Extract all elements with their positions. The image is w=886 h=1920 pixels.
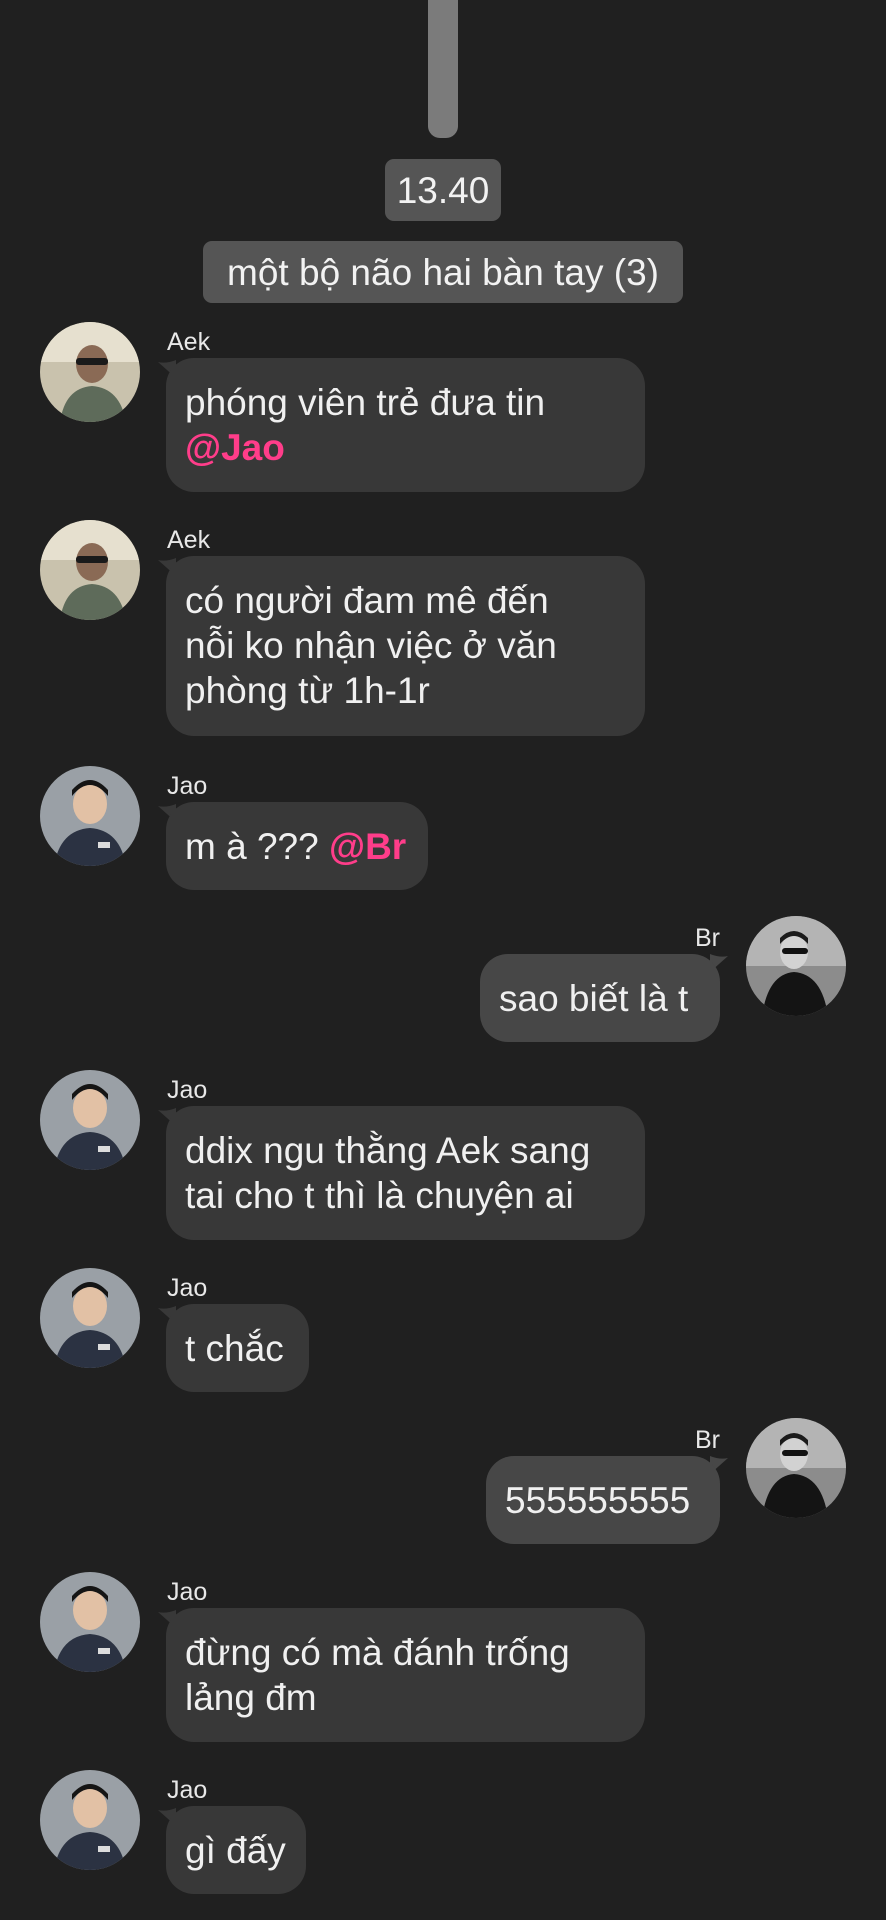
message-bubble[interactable]: m à ??? @Br (166, 802, 428, 890)
message-bubble[interactable]: gì đấy (166, 1806, 306, 1894)
message-bubble[interactable]: phóng viên trẻ đưa tin @Jao (166, 358, 645, 492)
avatar-aek[interactable] (40, 322, 140, 422)
sender-name: Jao (167, 1578, 208, 1606)
avatar-jao[interactable] (40, 1770, 140, 1870)
avatar-br[interactable] (746, 1418, 846, 1518)
sender-name: Jao (167, 1274, 208, 1302)
avatar-jao[interactable] (40, 1070, 140, 1170)
mention-link[interactable]: @Br (329, 826, 406, 867)
message-bubble[interactable]: t chắc (166, 1304, 309, 1392)
avatar-aek[interactable] (40, 520, 140, 620)
mention-link[interactable]: @Jao (185, 427, 285, 468)
timestamp-pill: 13.40 (385, 159, 501, 221)
avatar-jao[interactable] (40, 1268, 140, 1368)
timestamp-text: 13.40 (396, 169, 490, 211)
message-text: gì đấy (185, 1830, 286, 1871)
sender-name: Aek (167, 526, 211, 554)
message-text: m à ??? (185, 826, 329, 867)
avatar-jao[interactable] (40, 1572, 140, 1672)
message-text: 555555555 (505, 1480, 691, 1521)
sender-name: Aek (167, 328, 211, 356)
message-bubble[interactable]: sao biết là t (480, 954, 720, 1042)
scroll-handle[interactable] (428, 0, 458, 138)
sender-name: Jao (167, 1076, 208, 1104)
message-bubble[interactable]: có người đam mê đến nỗi ko nhận việc ở v… (166, 556, 645, 736)
message-text: đừng có mà đánh trống lảng đm (185, 1632, 570, 1718)
avatar-br[interactable] (746, 916, 846, 1016)
message-bubble[interactable]: ddix ngu thằng Aek sang tai cho t thì là… (166, 1106, 645, 1240)
sender-name: Jao (167, 1776, 208, 1804)
message-text: ddix ngu thằng Aek sang tai cho t thì là… (185, 1130, 591, 1216)
group-name-pill: một bộ não hai bàn tay (3) (203, 241, 683, 303)
chat-screen: 13.40 một bộ não hai bàn tay (3) Aek phó… (0, 0, 886, 1920)
sender-name: Jao (167, 772, 208, 800)
message-text: sao biết là t (499, 978, 689, 1019)
sender-name: Br (695, 1426, 720, 1454)
group-name-text: một bộ não hai bàn tay (3) (227, 251, 659, 293)
avatar-jao[interactable] (40, 766, 140, 866)
message-text: có người đam mê đến nỗi ko nhận việc ở v… (185, 580, 557, 711)
message-text: phóng viên trẻ đưa tin (185, 382, 546, 423)
message-text: t chắc (185, 1328, 284, 1369)
message-bubble[interactable]: 555555555 (486, 1456, 720, 1544)
sender-name: Br (695, 924, 720, 952)
message-bubble[interactable]: đừng có mà đánh trống lảng đm (166, 1608, 645, 1742)
